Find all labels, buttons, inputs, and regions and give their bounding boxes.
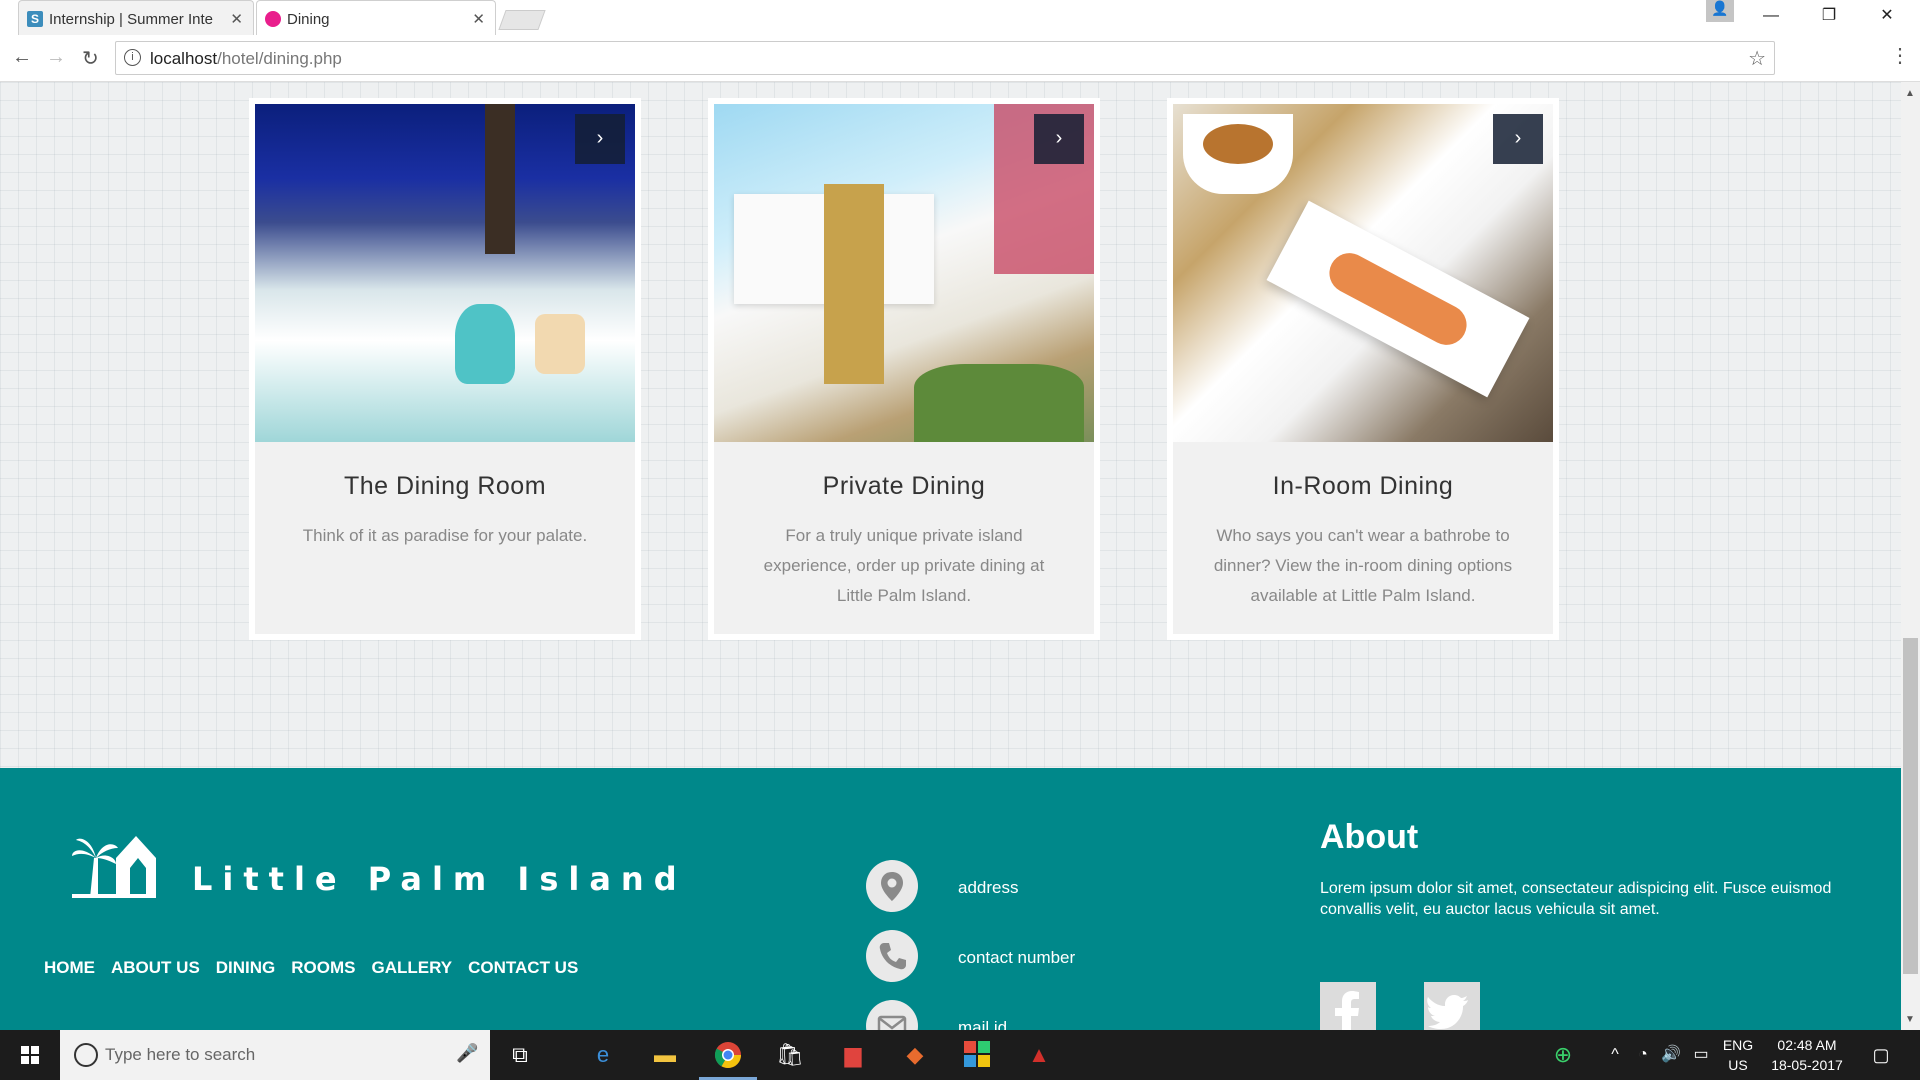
scroll-up-icon[interactable]: ▲ (1905, 88, 1915, 99)
mail-icon (866, 1000, 918, 1030)
map-pin-icon (866, 860, 918, 912)
close-icon[interactable]: ✕ (230, 10, 243, 28)
card-description: Who says you can't wear a bathrobe to di… (1213, 526, 1513, 605)
url-text[interactable]: localhost/hotel/dining.php (150, 49, 342, 69)
tab-label: Dining (287, 11, 330, 28)
footer-link-home[interactable]: HOME (44, 958, 95, 978)
reload-icon[interactable]: ↻ (82, 46, 99, 71)
in-room-dining-image: › (1173, 104, 1553, 442)
dining-section: › The Dining Room Think of it as paradis… (0, 82, 1901, 768)
card-title: Private Dining (822, 472, 986, 500)
browser-tabbar: S Internship | Summer Inte ✕ Dining ✕ 👤 … (0, 0, 1920, 35)
card-title: In-Room Dining (1272, 472, 1454, 500)
address-bar[interactable]: i localhost/hotel/dining.php ☆ (115, 41, 1775, 75)
facebook-icon[interactable] (1320, 982, 1376, 1030)
brand-name: Little Palm Island (192, 860, 687, 898)
reader-icon[interactable]: ▆ (838, 1041, 868, 1069)
info-icon[interactable]: i (124, 49, 141, 66)
about-text: Lorem ipsum dolor sit amet, consectateur… (1320, 880, 1832, 918)
footer-link-rooms[interactable]: ROOMS (291, 958, 355, 978)
contact-phone[interactable]: contact number (866, 930, 1216, 984)
dining-card[interactable]: › Private Dining For a truly unique priv… (708, 98, 1100, 640)
tab-favicon-icon: S (27, 11, 43, 27)
contact-address[interactable]: address (866, 860, 1216, 914)
dining-room-image: › (255, 104, 635, 442)
window-close-icon[interactable]: ✕ (1858, 0, 1916, 32)
page-scrollbar[interactable]: ▲ ▼ (1901, 82, 1920, 1030)
language-indicator[interactable]: ENG US (1718, 1037, 1758, 1073)
about-heading: About (1320, 818, 1419, 856)
profile-icon[interactable]: 👤 (1706, 0, 1734, 22)
microphone-icon[interactable]: 🎤 (456, 1043, 478, 1064)
clock[interactable]: 02:48 AM 18-05-2017 (1762, 1037, 1852, 1073)
next-arrow-button[interactable]: › (1493, 114, 1543, 164)
card-description: For a truly unique private island experi… (763, 526, 1045, 605)
close-icon[interactable]: ✕ (472, 10, 485, 28)
task-view-icon[interactable]: ⧉ (505, 1041, 535, 1069)
scroll-down-icon[interactable]: ▼ (1905, 1014, 1915, 1025)
palm-island-logo-icon (72, 836, 156, 898)
page-viewport: › The Dining Room Think of it as paradis… (0, 82, 1901, 1030)
browser-toolbar: ← → ↻ i localhost/hotel/dining.php ☆ ⋮ (0, 35, 1920, 82)
footer-link-gallery[interactable]: GALLERY (372, 958, 453, 978)
footer-link-dining[interactable]: DINING (216, 958, 276, 978)
file-explorer-icon[interactable]: ▬ (650, 1041, 680, 1069)
private-dining-image: › (714, 104, 1094, 442)
minimize-icon[interactable]: — (1742, 0, 1800, 32)
contact-label: address (958, 878, 1019, 897)
chrome-icon[interactable] (713, 1041, 743, 1069)
chevron-up-icon[interactable]: ^ (1600, 1041, 1630, 1069)
tab-dining[interactable]: Dining ✕ (256, 0, 496, 35)
search-placeholder: Type here to search (105, 1045, 256, 1064)
back-icon[interactable]: ← (12, 46, 32, 69)
contact-label: contact number (958, 948, 1076, 967)
dining-card[interactable]: › In-Room Dining Who says you can't wear… (1167, 98, 1559, 640)
bookmark-star-icon[interactable]: ☆ (1748, 46, 1766, 71)
store-icon[interactable]: 🛍 (775, 1041, 805, 1069)
card-title: The Dining Room (343, 472, 547, 500)
footer-link-contact-us[interactable]: CONTACT US (468, 958, 578, 978)
wifi-icon[interactable]: ◔ (1628, 1041, 1658, 1069)
menu-icon[interactable]: ⋮ (1890, 43, 1910, 68)
acrobat-icon[interactable]: ▲ (1024, 1041, 1054, 1069)
office-icon[interactable] (962, 1041, 992, 1069)
volume-icon[interactable]: 🔊 (1656, 1041, 1686, 1069)
twitter-icon[interactable] (1424, 982, 1480, 1030)
taskbar-search[interactable]: Type here to search 🎤 (60, 1030, 490, 1080)
site-footer: Little Palm Island HOME ABOUT US DINING … (0, 768, 1901, 1030)
windows-logo-icon (21, 1046, 39, 1064)
footer-nav: HOME ABOUT US DINING ROOMS GALLERY CONTA… (44, 958, 578, 978)
dining-card[interactable]: › The Dining Room Think of it as paradis… (249, 98, 641, 640)
paint-icon[interactable]: ◆ (900, 1041, 930, 1069)
footer-link-about-us[interactable]: ABOUT US (111, 958, 200, 978)
windows-taskbar: Type here to search 🎤 ⧉ e ▬ 🛍 ▆ ◆ ▲ ⊕ ^ … (0, 1030, 1920, 1080)
next-arrow-button[interactable]: › (1034, 114, 1084, 164)
contact-label: mail id (958, 1018, 1008, 1030)
cortana-icon[interactable] (74, 1043, 98, 1067)
next-arrow-button[interactable]: › (575, 114, 625, 164)
tab-label: Internship | Summer Inte (49, 11, 213, 28)
restore-icon[interactable]: ❐ (1800, 0, 1858, 32)
new-tab-button[interactable] (498, 10, 546, 30)
start-button[interactable] (0, 1030, 60, 1080)
activity-monitor-icon[interactable]: ⊕ (1548, 1041, 1578, 1069)
edge-icon[interactable]: e (588, 1041, 618, 1069)
tab-internship[interactable]: S Internship | Summer Inte ✕ (18, 0, 254, 35)
forward-icon[interactable]: → (46, 46, 66, 69)
contact-mail[interactable]: mail id (866, 1000, 1216, 1030)
card-description: Think of it as paradise for your palate. (302, 526, 588, 545)
battery-icon[interactable]: ▭ (1686, 1041, 1716, 1069)
scroll-thumb[interactable] (1903, 638, 1918, 974)
tab-favicon-icon (265, 11, 281, 27)
notifications-icon[interactable]: ▢ (1866, 1041, 1896, 1069)
phone-icon (866, 930, 918, 982)
